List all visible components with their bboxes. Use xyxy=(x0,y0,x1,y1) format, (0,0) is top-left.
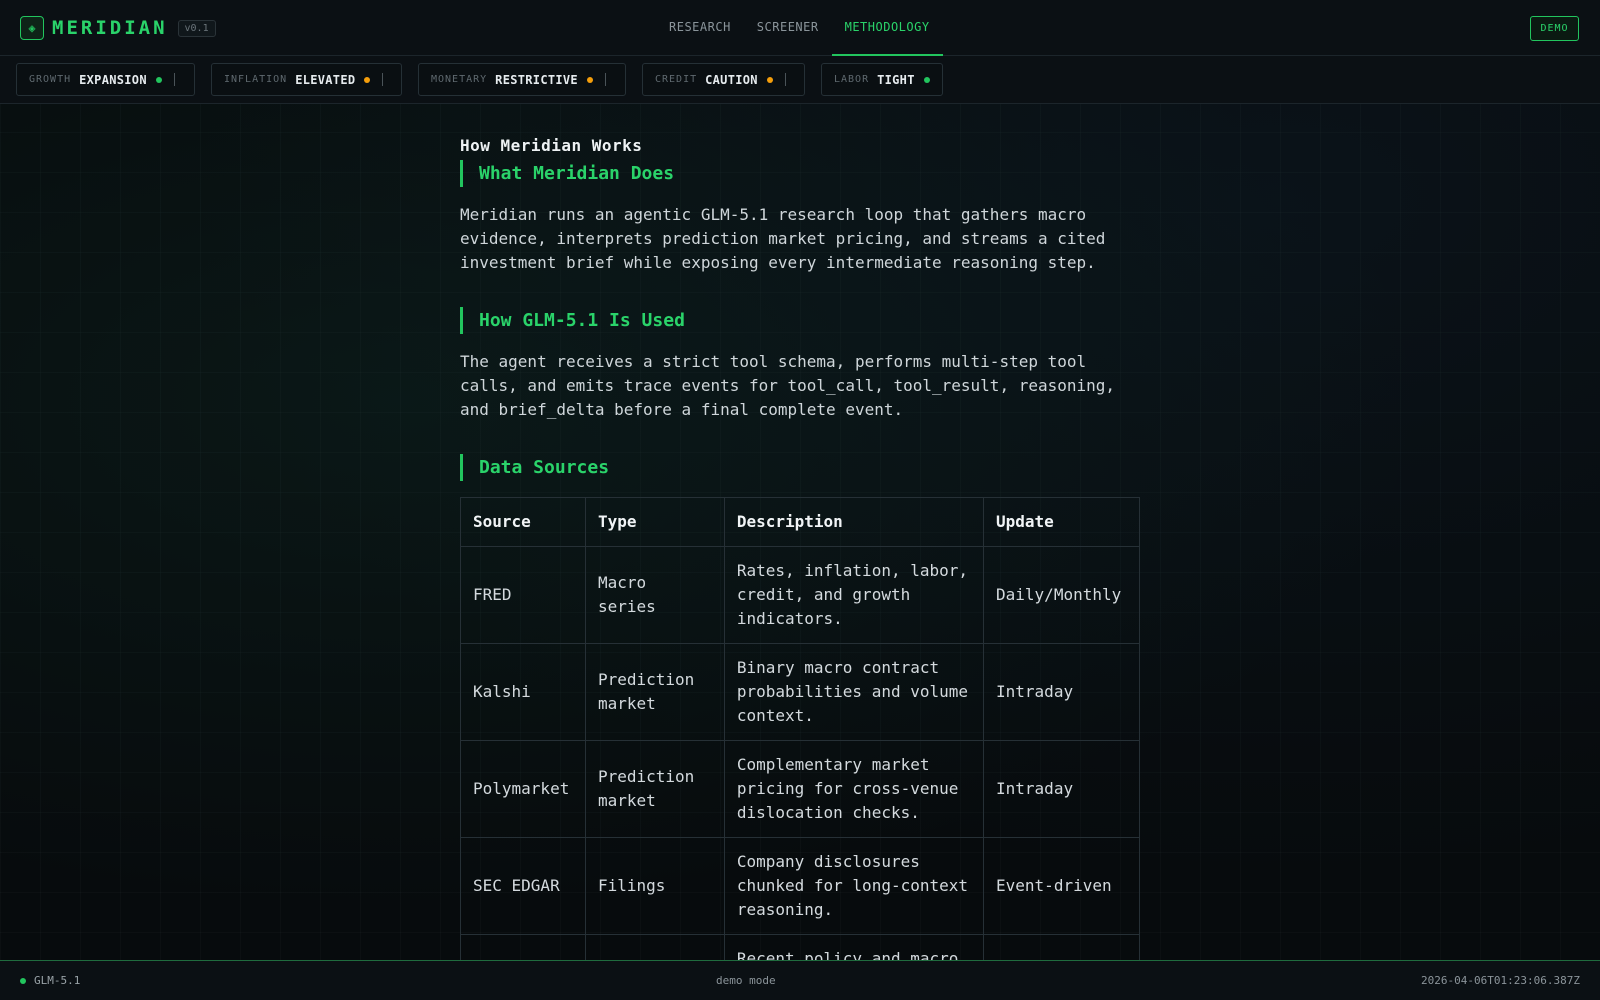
regime-status-bar: GROWTH EXPANSION INFLATION ELEVATED MONE… xyxy=(0,56,1600,104)
table-row: Recent policy and macro xyxy=(460,934,1140,960)
cell-description: Rates, inflation, labor, credit, and gro… xyxy=(723,546,985,644)
cell-source: Kalshi xyxy=(460,643,586,741)
regime-value: RESTRICTIVE xyxy=(495,72,578,87)
status-dot-icon xyxy=(155,76,162,83)
regime-label: CREDIT xyxy=(655,74,698,85)
status-footer: GLM-5.1 demo mode 2026-04-06T01:23:06.38… xyxy=(0,960,1600,1000)
cell-source xyxy=(460,934,586,960)
logo-diamond-icon: ◈ xyxy=(20,16,44,40)
column-header-type: Type xyxy=(584,497,725,547)
regime-label: INFLATION xyxy=(224,74,288,85)
column-header-source: Source xyxy=(460,497,586,547)
cell-type: Prediction market xyxy=(584,740,725,838)
data-sources-table: Source Type Description Update FRED Macr… xyxy=(460,497,1140,960)
version-badge: v0.1 xyxy=(177,19,216,37)
tab-research[interactable]: RESEARCH xyxy=(656,0,744,56)
demo-button[interactable]: DEMO xyxy=(1530,16,1579,41)
regime-chip-credit[interactable]: CREDIT CAUTION xyxy=(642,63,805,96)
cell-update: Event-driven xyxy=(983,837,1140,935)
regime-label: MONETARY xyxy=(431,74,488,85)
column-header-update: Update xyxy=(983,497,1140,547)
cell-description: Binary macro contract probabilities and … xyxy=(723,643,985,741)
brand[interactable]: ◈ MERIDIAN v0.1 xyxy=(20,16,216,40)
cell-type xyxy=(584,934,725,960)
chip-divider xyxy=(382,73,384,86)
regime-chip-monetary[interactable]: MONETARY RESTRICTIVE xyxy=(418,63,626,96)
section-heading-glm-usage: How GLM-5.1 Is Used xyxy=(460,307,685,334)
cell-update: Daily/Monthly xyxy=(983,546,1140,644)
status-dot-icon xyxy=(586,76,593,83)
main-nav: RESEARCH SCREENER METHODOLOGY xyxy=(656,0,943,56)
cell-description: Company disclosures chunked for long-con… xyxy=(723,837,985,935)
cell-update: Intraday xyxy=(983,740,1140,838)
regime-value: TIGHT xyxy=(877,72,915,87)
cell-description: Recent policy and macro xyxy=(723,934,985,960)
cell-source: SEC EDGAR xyxy=(460,837,586,935)
status-dot-icon xyxy=(20,977,26,984)
tab-methodology[interactable]: METHODOLOGY xyxy=(831,0,943,56)
cell-update xyxy=(983,934,1140,960)
regime-chip-labor[interactable]: LABOR TIGHT xyxy=(821,63,943,96)
timestamp: 2026-04-06T01:23:06.387Z xyxy=(1421,974,1580,987)
regime-value: EXPANSION xyxy=(79,72,147,87)
app-name: MERIDIAN xyxy=(52,17,168,39)
status-dot-icon xyxy=(923,76,930,83)
tab-screener[interactable]: SCREENER xyxy=(744,0,832,56)
cell-source: Polymarket xyxy=(460,740,586,838)
top-header: ◈ MERIDIAN v0.1 RESEARCH SCREENER METHOD… xyxy=(0,0,1600,56)
section-heading-what-meridian-does: What Meridian Does xyxy=(460,160,674,187)
model-name: GLM-5.1 xyxy=(34,974,81,987)
status-dot-icon xyxy=(766,76,773,83)
column-header-description: Description xyxy=(723,497,985,547)
cell-type: Macro series xyxy=(584,546,725,644)
regime-value: CAUTION xyxy=(705,72,758,87)
cell-type: Filings xyxy=(584,837,725,935)
cell-description: Complementary market pricing for cross-v… xyxy=(723,740,985,838)
section-body-glm-usage: The agent receives a strict tool schema,… xyxy=(460,352,1116,419)
regime-label: GROWTH xyxy=(29,74,72,85)
table-row: FRED Macro series Rates, inflation, labo… xyxy=(460,546,1140,644)
status-dot-icon xyxy=(364,76,371,83)
model-indicator: GLM-5.1 xyxy=(20,974,80,987)
page-title: How Meridian Works xyxy=(460,136,643,155)
cell-source: FRED xyxy=(460,546,586,644)
regime-value: ELEVATED xyxy=(295,72,356,87)
table-row: Kalshi Prediction market Binary macro co… xyxy=(460,643,1140,741)
chip-divider xyxy=(173,73,175,86)
cell-type: Prediction market xyxy=(584,643,725,741)
table-header-row: Source Type Description Update xyxy=(460,497,1140,547)
section-heading-data-sources: Data Sources xyxy=(460,454,609,481)
mode-indicator: demo mode xyxy=(716,974,776,987)
table-row: Polymarket Prediction market Complementa… xyxy=(460,740,1140,838)
table-row: SEC EDGAR Filings Company disclosures ch… xyxy=(460,837,1140,935)
regime-chip-inflation[interactable]: INFLATION ELEVATED xyxy=(211,63,402,96)
section-body-what-meridian-does: Meridian runs an agentic GLM-5.1 researc… xyxy=(460,205,1106,272)
regime-label: LABOR xyxy=(834,74,870,85)
cell-update: Intraday xyxy=(983,643,1140,741)
chip-divider xyxy=(784,73,786,86)
methodology-content: How Meridian Works What Meridian Does Me… xyxy=(460,104,1160,960)
chip-divider xyxy=(604,73,606,86)
regime-chip-growth[interactable]: GROWTH EXPANSION xyxy=(16,63,195,96)
